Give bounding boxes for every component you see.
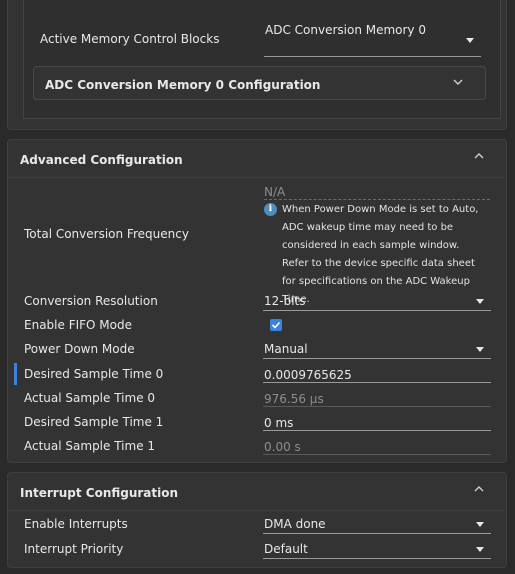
fifo-checkbox[interactable] <box>270 319 282 331</box>
desired-sample0-label: Desired Sample Time 0 <box>24 367 164 381</box>
total-conv-freq-label: Total Conversion Frequency <box>24 227 189 241</box>
memory0-config-card[interactable]: ADC Conversion Memory 0 Configuration <box>33 66 486 100</box>
active-blocks-underline <box>264 56 481 57</box>
memory0-config-title: ADC Conversion Memory 0 Configuration <box>45 78 321 92</box>
interrupt-header-divider <box>8 510 506 511</box>
active-blocks-dropdown[interactable]: ADC Conversion Memory 0 <box>265 23 426 37</box>
enable-interrupts-dropdown[interactable]: DMA done <box>264 517 326 531</box>
chevron-down-icon[interactable] <box>476 547 484 552</box>
desired-sample0-underline <box>263 382 491 383</box>
memory-control-inner <box>23 0 501 119</box>
check-icon <box>271 321 281 329</box>
chevron-up-icon[interactable] <box>474 151 484 161</box>
actual-sample1-underline <box>263 454 491 455</box>
power-down-dropdown[interactable]: Manual <box>264 342 308 356</box>
advanced-header-divider <box>8 177 506 178</box>
actual-sample1-label: Actual Sample Time 1 <box>24 439 156 453</box>
power-down-underline <box>263 358 491 359</box>
chevron-down-icon[interactable] <box>466 38 474 43</box>
resolution-dropdown[interactable]: 12-bits <box>264 294 306 308</box>
desired-sample1-label: Desired Sample Time 1 <box>24 415 164 429</box>
chevron-down-icon[interactable] <box>476 522 484 527</box>
power-down-note: When Power Down Mode is set to Auto, ADC… <box>282 204 479 305</box>
chevron-down-icon[interactable] <box>476 299 484 304</box>
chevron-down-icon[interactable] <box>453 77 463 87</box>
actual-sample0-underline <box>263 406 491 407</box>
interrupt-config-title: Interrupt Configuration <box>20 486 179 500</box>
actual-sample0-value: 976.56 µs <box>264 392 324 406</box>
resolution-label: Conversion Resolution <box>24 294 158 308</box>
enable-interrupts-label: Enable Interrupts <box>24 517 128 531</box>
power-down-label: Power Down Mode <box>24 342 135 356</box>
actual-sample1-value: 0.00 s <box>264 440 301 454</box>
interrupt-priority-label: Interrupt Priority <box>24 542 124 556</box>
enable-interrupts-underline <box>263 533 491 534</box>
info-icon: i <box>264 203 277 216</box>
fifo-label: Enable FIFO Mode <box>24 318 132 332</box>
actual-sample0-label: Actual Sample Time 0 <box>24 391 156 405</box>
interrupt-priority-underline <box>263 558 491 559</box>
chevron-up-icon[interactable] <box>474 484 484 494</box>
active-blocks-label: Active Memory Control Blocks <box>40 32 220 46</box>
desired-sample1-input[interactable]: 0 ms <box>264 416 293 430</box>
advanced-config-title: Advanced Configuration <box>20 153 183 167</box>
total-conv-freq-value: N/A <box>264 185 286 199</box>
desired-sample0-input[interactable]: 0.0009765625 <box>264 368 352 382</box>
resolution-underline <box>263 310 491 311</box>
chevron-down-icon[interactable] <box>476 347 484 352</box>
desired-sample1-underline <box>263 430 491 431</box>
interrupt-priority-dropdown[interactable]: Default <box>264 542 308 556</box>
focus-indicator <box>14 363 17 385</box>
